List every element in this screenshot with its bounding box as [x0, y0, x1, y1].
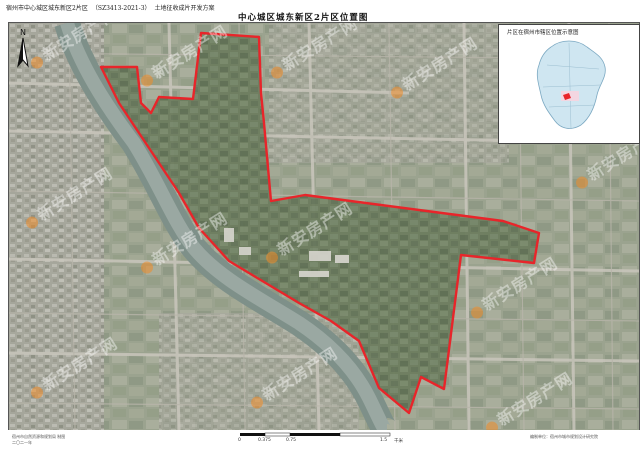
footer-organization: 编制单位：宿州市城市规划设计研究院 — [530, 434, 598, 439]
inset-district-outline — [536, 40, 606, 129]
title-main: 宿州市中心城区城东新区2片区 — [6, 5, 88, 12]
north-arrow-icon: N — [17, 28, 29, 68]
title-suffix: 土地征收成片开发方案 — [154, 5, 215, 12]
north-letter: N — [20, 28, 26, 37]
scale-tick-0: 0 — [238, 438, 241, 443]
scale-tick-2: 0.75 — [286, 438, 297, 443]
scale-tick-1: 0.375 — [258, 438, 271, 443]
footer-year: 二〇二一年 — [12, 440, 32, 445]
inset-title: 片区在宿州市辖区位置示意图 — [507, 30, 579, 36]
title-bar: 宿州市中心城区城东新区2片区 （SZ3413-2021-3） 土地征收成片开发方案 … — [0, 0, 641, 23]
scale-tick-3: 1.5 — [380, 438, 388, 443]
title-code: （SZ3413-2021-3） — [91, 5, 151, 12]
document-title: 宿州市中心城区城东新区2片区 （SZ3413-2021-3） 土地征收成片开发方案 — [6, 3, 215, 12]
map-sheet: 宿州市中心城区城东新区2片区 （SZ3413-2021-3） 土地征收成片开发方案 … — [0, 0, 641, 453]
scale-unit: 千米 — [394, 439, 403, 444]
inset-map-canvas — [536, 40, 606, 130]
inset-map: 片区在宿州市辖区位置示意图 — [498, 24, 640, 144]
